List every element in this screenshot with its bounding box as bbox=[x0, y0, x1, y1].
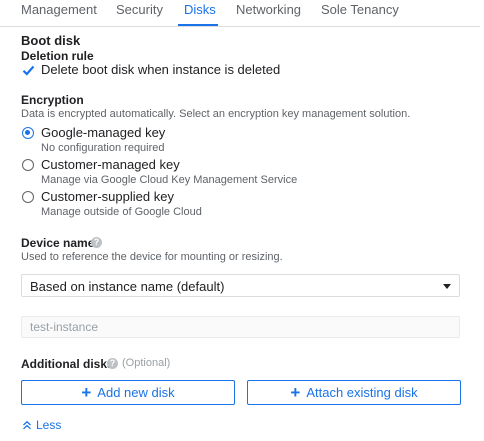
radio-customer-managed-key[interactable] bbox=[22, 159, 34, 171]
radio-google-managed-key[interactable] bbox=[22, 127, 34, 139]
encryption-heading: Encryption bbox=[21, 93, 84, 107]
checkmark-icon bbox=[22, 65, 35, 76]
tab-security[interactable]: Security bbox=[116, 2, 163, 18]
tab-bar: Management Security Disks Networking Sol… bbox=[0, 0, 480, 27]
google-managed-key-hint: No configuration required bbox=[41, 142, 165, 154]
plus-icon: + bbox=[290, 382, 301, 402]
chevron-double-up-icon bbox=[23, 420, 31, 430]
tab-disks[interactable]: Disks bbox=[184, 2, 216, 18]
delete-boot-disk-label: Delete boot disk when instance is delete… bbox=[41, 62, 281, 77]
help-icon[interactable]: ? bbox=[91, 237, 102, 248]
radio-customer-supplied-key[interactable] bbox=[22, 191, 34, 203]
boot-disk-heading: Boot disk bbox=[21, 33, 81, 48]
attach-existing-disk-label: Attach existing disk bbox=[306, 385, 418, 400]
less-link[interactable]: Less bbox=[22, 418, 61, 432]
add-new-disk-label: Add new disk bbox=[97, 385, 175, 400]
additional-disks-heading: Additional disks bbox=[21, 357, 114, 371]
delete-boot-disk-checkbox[interactable] bbox=[22, 64, 35, 76]
plus-icon: + bbox=[81, 382, 92, 402]
attach-existing-disk-button[interactable]: + Attach existing disk bbox=[247, 380, 461, 405]
tab-networking[interactable]: Networking bbox=[236, 2, 301, 18]
optional-label: (Optional) bbox=[122, 357, 171, 369]
customer-supplied-key-hint: Manage outside of Google Cloud bbox=[41, 206, 202, 218]
dropdown-arrow-icon bbox=[443, 284, 451, 289]
tab-management[interactable]: Management bbox=[21, 2, 97, 18]
encryption-description: Data is encrypted automatically. Select … bbox=[21, 108, 411, 120]
device-name-input[interactable]: test-instance bbox=[21, 316, 460, 338]
less-link-label: Less bbox=[36, 418, 62, 432]
active-tab-indicator bbox=[178, 24, 218, 26]
add-new-disk-button[interactable]: + Add new disk bbox=[21, 380, 235, 405]
device-name-input-placeholder: test-instance bbox=[30, 320, 99, 334]
customer-managed-key-hint: Manage via Google Cloud Key Management S… bbox=[41, 174, 298, 186]
customer-supplied-key-label: Customer-supplied key bbox=[41, 189, 174, 204]
device-name-select[interactable]: Based on instance name (default) bbox=[21, 274, 460, 297]
help-icon[interactable]: ? bbox=[107, 358, 118, 369]
customer-managed-key-label: Customer-managed key bbox=[41, 157, 180, 172]
tab-sole-tenancy[interactable]: Sole Tenancy bbox=[321, 2, 399, 18]
device-name-description: Used to reference the device for mountin… bbox=[21, 251, 283, 263]
device-name-select-value: Based on instance name (default) bbox=[30, 279, 225, 294]
google-managed-key-label: Google-managed key bbox=[41, 125, 166, 140]
device-name-heading: Device name bbox=[21, 236, 95, 250]
deletion-rule-heading: Deletion rule bbox=[21, 49, 94, 63]
